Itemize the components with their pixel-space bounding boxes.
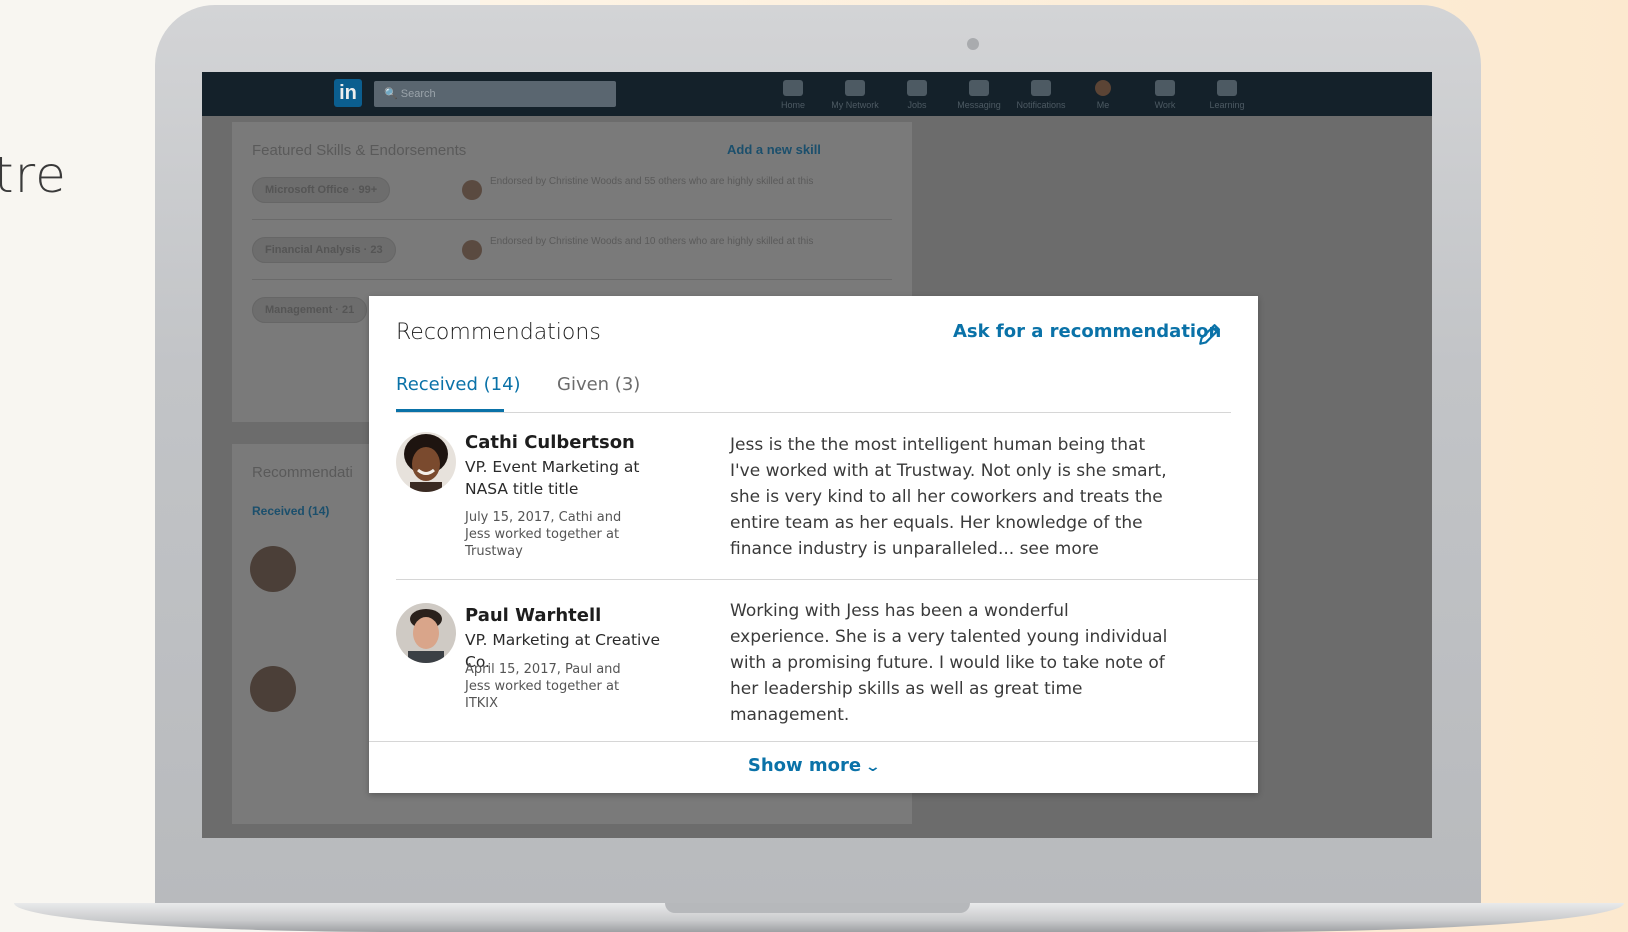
bell-icon [1031,80,1051,96]
show-more-button[interactable]: Show more ⌄ [369,744,1258,789]
nav-label: Notifications [1016,100,1066,110]
avatar[interactable] [396,603,456,663]
recommendation-text: Working with Jess has been a wonderful e… [730,601,1168,725]
nav-learning[interactable]: Learning [1196,78,1258,110]
recommender-name[interactable]: Cathi Culbertson [465,432,635,453]
nav-label: Messaging [957,100,1001,110]
recommendation-text: Jess is the the most intelligent human b… [730,432,1170,562]
endorse-text: Endorsed by Christine Woods and 55 other… [490,176,814,187]
nav-label: Home [780,100,805,110]
tab-received[interactable]: Received (14) [396,374,521,395]
avatar-cathi-icon [396,432,456,492]
divider [252,279,892,280]
chevron-down-icon: ⌄ [865,759,882,775]
avatar [1095,80,1111,96]
nav-messaging[interactable]: Messaging [948,78,1010,110]
skills-title: Featured Skills & Endorsements [252,142,467,159]
side-caption: tre [0,146,67,204]
home-icon [783,80,803,96]
ask-recommendation-link[interactable]: Ask for a recommendation [953,321,1221,342]
avatar [462,180,482,200]
briefcase-icon [907,80,927,96]
avatar[interactable] [396,432,456,492]
linkedin-logo-icon[interactable]: in [334,79,362,107]
skill-pill[interactable]: Microsoft Office · 99+ [252,177,391,203]
recommender-title: VP. Event Marketing at NASA title title [465,458,640,498]
see-more-link[interactable]: see more [1014,539,1099,559]
tab-given[interactable]: Given (3) [557,374,640,395]
grid-icon [1155,80,1175,96]
skill-pill[interactable]: Management · 21 [252,297,368,323]
modal-title: Recommendations [396,320,601,345]
recommendation-body: Jess is the the most intelligent human b… [730,435,1167,559]
search-input[interactable]: 🔍 Search [374,81,616,107]
recommender-name[interactable]: Paul Warhtell [465,605,601,626]
camera-icon [967,38,979,50]
show-more-label: Show more [747,755,862,776]
tab-divider [396,412,1231,413]
nav-label: Learning [1209,100,1245,110]
rec-card-title: Recommendati [252,464,353,481]
nav-my-network[interactable]: My Network [824,78,886,110]
avatar [250,546,296,592]
recommendation-meta: April 15, 2017, Paul and Jess worked tog… [465,662,621,711]
recommendation-meta: July 15, 2017, Cathi and Jess worked tog… [465,510,622,559]
nav-home[interactable]: Home [762,78,824,110]
avatar-paul-icon [396,603,456,663]
play-icon [1217,80,1237,96]
nav-label: Me [1096,100,1110,110]
rec-card-tab[interactable]: Received (14) [252,504,329,518]
search-placeholder: Search [400,88,436,100]
nav-items: Home My Network Jobs Messaging Notificat… [762,78,1258,110]
avatar [462,240,482,260]
endorse-text: Endorsed by Christine Woods and 10 other… [490,236,814,247]
nav-label: My Network [831,100,879,110]
avatar [250,666,296,712]
nav-jobs[interactable]: Jobs [886,78,948,110]
divider [252,219,892,220]
laptop-notch [665,903,970,913]
nav-notifications[interactable]: Notifications [1010,78,1072,110]
nav-me[interactable]: Me [1072,78,1134,110]
pencil-icon[interactable] [1197,321,1223,347]
footer-divider [369,741,1258,742]
recommendations-modal: Recommendations Ask for a recommendation… [369,296,1258,793]
nav-label: Jobs [907,100,927,110]
add-skill-link[interactable]: Add a new skill [727,142,821,157]
network-icon [845,80,865,96]
top-navbar: in 🔍 Search Home My Network Jobs Messagi… [202,72,1432,116]
nav-work[interactable]: Work [1134,78,1196,110]
messaging-icon [969,80,989,96]
nav-label: Work [1154,100,1176,110]
skill-pill[interactable]: Financial Analysis · 23 [252,237,396,263]
row-divider [396,579,1258,580]
